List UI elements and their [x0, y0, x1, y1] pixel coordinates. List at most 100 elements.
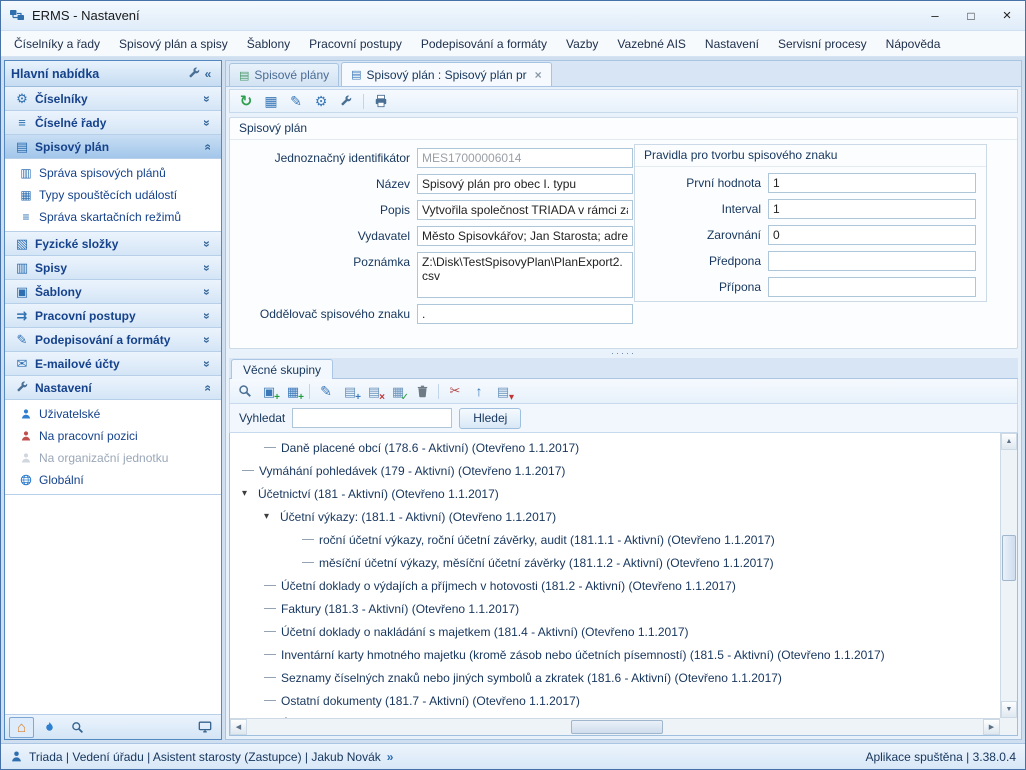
expander-icon[interactable]: ▾: [242, 488, 258, 499]
wrench-icon[interactable]: [188, 67, 201, 80]
scroll-right-button[interactable]: ▶: [983, 719, 1000, 735]
pripona-field[interactable]: [768, 277, 976, 297]
scroll-left-button[interactable]: ◀: [230, 719, 247, 735]
sidebar-group-emailove-ucty[interactable]: ✉ E-mailové účty »: [5, 352, 221, 376]
home-button[interactable]: ⌂: [9, 717, 34, 738]
add-button[interactable]: ▦+: [282, 381, 304, 401]
horizontal-scrollbar[interactable]: ◀ ▶: [230, 718, 1000, 735]
expander-icon[interactable]: ▾: [264, 511, 280, 522]
refresh-button[interactable]: ↻: [235, 91, 257, 111]
scrollbar-thumb[interactable]: [571, 720, 663, 734]
predpona-field[interactable]: [768, 251, 976, 271]
chevron-double-up-icon[interactable]: »: [200, 381, 214, 395]
move-up-button[interactable]: ↑: [468, 381, 490, 401]
chevron-double-down-icon[interactable]: »: [200, 285, 214, 299]
prvni-hodnota-field[interactable]: [768, 173, 976, 193]
chevron-double-down-icon[interactable]: »: [200, 309, 214, 323]
scrollbar-thumb[interactable]: [1002, 535, 1016, 581]
remove-item-button[interactable]: ▤×: [363, 381, 385, 401]
menu-item-podepisovani-a-formaty[interactable]: Podepisování a formáty: [412, 34, 556, 54]
export-button[interactable]: ▤▾: [492, 381, 514, 401]
scroll-down-button[interactable]: ▼: [1001, 701, 1017, 718]
vertical-scrollbar[interactable]: ▲ ▼: [1000, 433, 1017, 718]
flame-button[interactable]: [37, 717, 62, 738]
cut-button[interactable]: ✂: [444, 381, 466, 401]
menu-item-pracovni-postupy[interactable]: Pracovní postupy: [300, 34, 411, 54]
validate-button[interactable]: ▦✓: [387, 381, 409, 401]
nazev-field[interactable]: [417, 174, 633, 194]
sidebar-item-globalni[interactable]: Globální: [5, 469, 221, 491]
splitter-handle[interactable]: ·····: [226, 349, 1021, 358]
tree-item[interactable]: Vymáhání pohledávek (179 - Aktivní) (Ote…: [230, 459, 1000, 482]
interval-field[interactable]: [768, 199, 976, 219]
identifikator-field[interactable]: [417, 148, 633, 168]
sidebar-group-ciselne-rady[interactable]: ≡ Číselné řady »: [5, 111, 221, 135]
chevron-double-down-icon[interactable]: »: [200, 357, 214, 371]
chevron-double-down-icon[interactable]: »: [200, 92, 214, 106]
collapse-sidebar-button[interactable]: «: [201, 67, 215, 81]
tree-item[interactable]: roční účetní výkazy, roční účetní závěrk…: [230, 528, 1000, 551]
sidebar-group-podepisovani-a-formaty[interactable]: ✎ Podepisování a formáty »: [5, 328, 221, 352]
maximize-button[interactable]: □: [953, 1, 989, 30]
close-button[interactable]: ×: [989, 1, 1025, 30]
sidebar-group-fyzicke-slozky[interactable]: ▧ Fyzické složky »: [5, 232, 221, 256]
menu-item-sablony[interactable]: Šablony: [238, 34, 299, 54]
tree-item[interactable]: ▾Účetní výkazy: (181.1 - Aktivní) (Otevř…: [230, 505, 1000, 528]
scrollbar-track[interactable]: [247, 719, 983, 735]
poznamka-field[interactable]: Z:\Disk\TestSpisovyPlan\PlanExport2.csv: [417, 252, 633, 298]
menu-item-spisovy-plan-a-spisy[interactable]: Spisový plán a spisy: [110, 34, 237, 54]
sidebar-group-nastaveni[interactable]: Nastavení »: [5, 376, 221, 400]
tree-item[interactable]: Inventární karty hmotného majetku (kromě…: [230, 643, 1000, 666]
menu-item-nastaveni[interactable]: Nastavení: [696, 34, 768, 54]
tree-item[interactable]: Faktury (181.3 - Aktivní) (Otevřeno 1.1.…: [230, 597, 1000, 620]
delete-button[interactable]: [411, 381, 433, 401]
view-list-button[interactable]: ▦: [260, 91, 282, 111]
sidebar-group-sablony[interactable]: ▣ Šablony »: [5, 280, 221, 304]
oddelovac-field[interactable]: [417, 304, 633, 324]
status-more-button[interactable]: »: [387, 750, 394, 764]
tree-item[interactable]: Ostatní dokumenty (181.7 - Aktivní) (Ote…: [230, 689, 1000, 712]
settings-button[interactable]: ⚙: [310, 91, 332, 111]
sidebar-group-pracovni-postupy[interactable]: ⇉ Pracovní postupy »: [5, 304, 221, 328]
edit-button[interactable]: ✎: [285, 91, 307, 111]
tools-button[interactable]: [335, 91, 357, 111]
tree-item[interactable]: ▾Účetnictví (181 - Aktivní) (Otevřeno 1.…: [230, 482, 1000, 505]
print-button[interactable]: [370, 91, 392, 111]
sidebar-group-spisovy-plan[interactable]: ▤ Spisový plán »: [5, 135, 221, 159]
sidebar-group-spisy[interactable]: ▥ Spisy »: [5, 256, 221, 280]
search-button-sidebar[interactable]: [65, 717, 90, 738]
tab-vecne-skupiny[interactable]: Věcné skupiny: [231, 359, 333, 379]
tree-item[interactable]: Seznamy číselných znaků nebo jiných symb…: [230, 666, 1000, 689]
preview-button[interactable]: [234, 381, 256, 401]
sidebar-item-sprava-skartacnich-rezimu[interactable]: ≡ Správa skartačních režimů: [5, 206, 221, 228]
chevron-double-down-icon[interactable]: »: [200, 116, 214, 130]
edit-item-button[interactable]: ✎: [315, 381, 337, 401]
menu-item-servisni-procesy[interactable]: Servisní procesy: [769, 34, 876, 54]
menu-item-napoveda[interactable]: Nápověda: [877, 34, 950, 54]
menu-item-vazby[interactable]: Vazby: [557, 34, 607, 54]
chevron-double-up-icon[interactable]: »: [200, 140, 214, 154]
tree-item[interactable]: Účetní doklady o nakládání s majetkem (1…: [230, 620, 1000, 643]
search-input[interactable]: [292, 408, 452, 428]
new-item-button[interactable]: ▤+: [339, 381, 361, 401]
sidebar-item-typy-spoustecich-udalosti[interactable]: ▦ Typy spouštěcích událostí: [5, 184, 221, 206]
scrollbar-track[interactable]: [1001, 450, 1017, 701]
sidebar-group-ciselniky[interactable]: ⚙ Číselníky »: [5, 87, 221, 111]
tab-spisove-plany[interactable]: ▤ Spisové plány: [229, 63, 339, 86]
sidebar-item-sprava-spisovych-planu[interactable]: ▥ Správa spisových plánů: [5, 162, 221, 184]
menu-item-ciselniky-a-rady[interactable]: Číselníky a řady: [5, 34, 109, 54]
chevron-double-down-icon[interactable]: »: [200, 333, 214, 347]
sidebar-item-na-pracovni-pozici[interactable]: Na pracovní pozici: [5, 425, 221, 447]
chevron-double-down-icon[interactable]: »: [200, 261, 214, 275]
menu-item-vazebne-ais[interactable]: Vazebné AIS: [608, 34, 695, 54]
tab-close-button[interactable]: ×: [535, 68, 542, 82]
popis-field[interactable]: [417, 200, 633, 220]
monitor-button[interactable]: [192, 717, 217, 738]
tree-item[interactable]: Účetní doklady o výdajích a příjmech v h…: [230, 574, 1000, 597]
zarovnani-field[interactable]: [768, 225, 976, 245]
minimize-button[interactable]: –: [917, 1, 953, 30]
scroll-up-button[interactable]: ▲: [1001, 433, 1017, 450]
tab-spisovy-plan-detail[interactable]: ▤ Spisový plán : Spisový plán pr ×: [341, 62, 552, 86]
open-window-button[interactable]: ▣+: [258, 381, 280, 401]
search-button[interactable]: Hledej: [459, 408, 521, 429]
